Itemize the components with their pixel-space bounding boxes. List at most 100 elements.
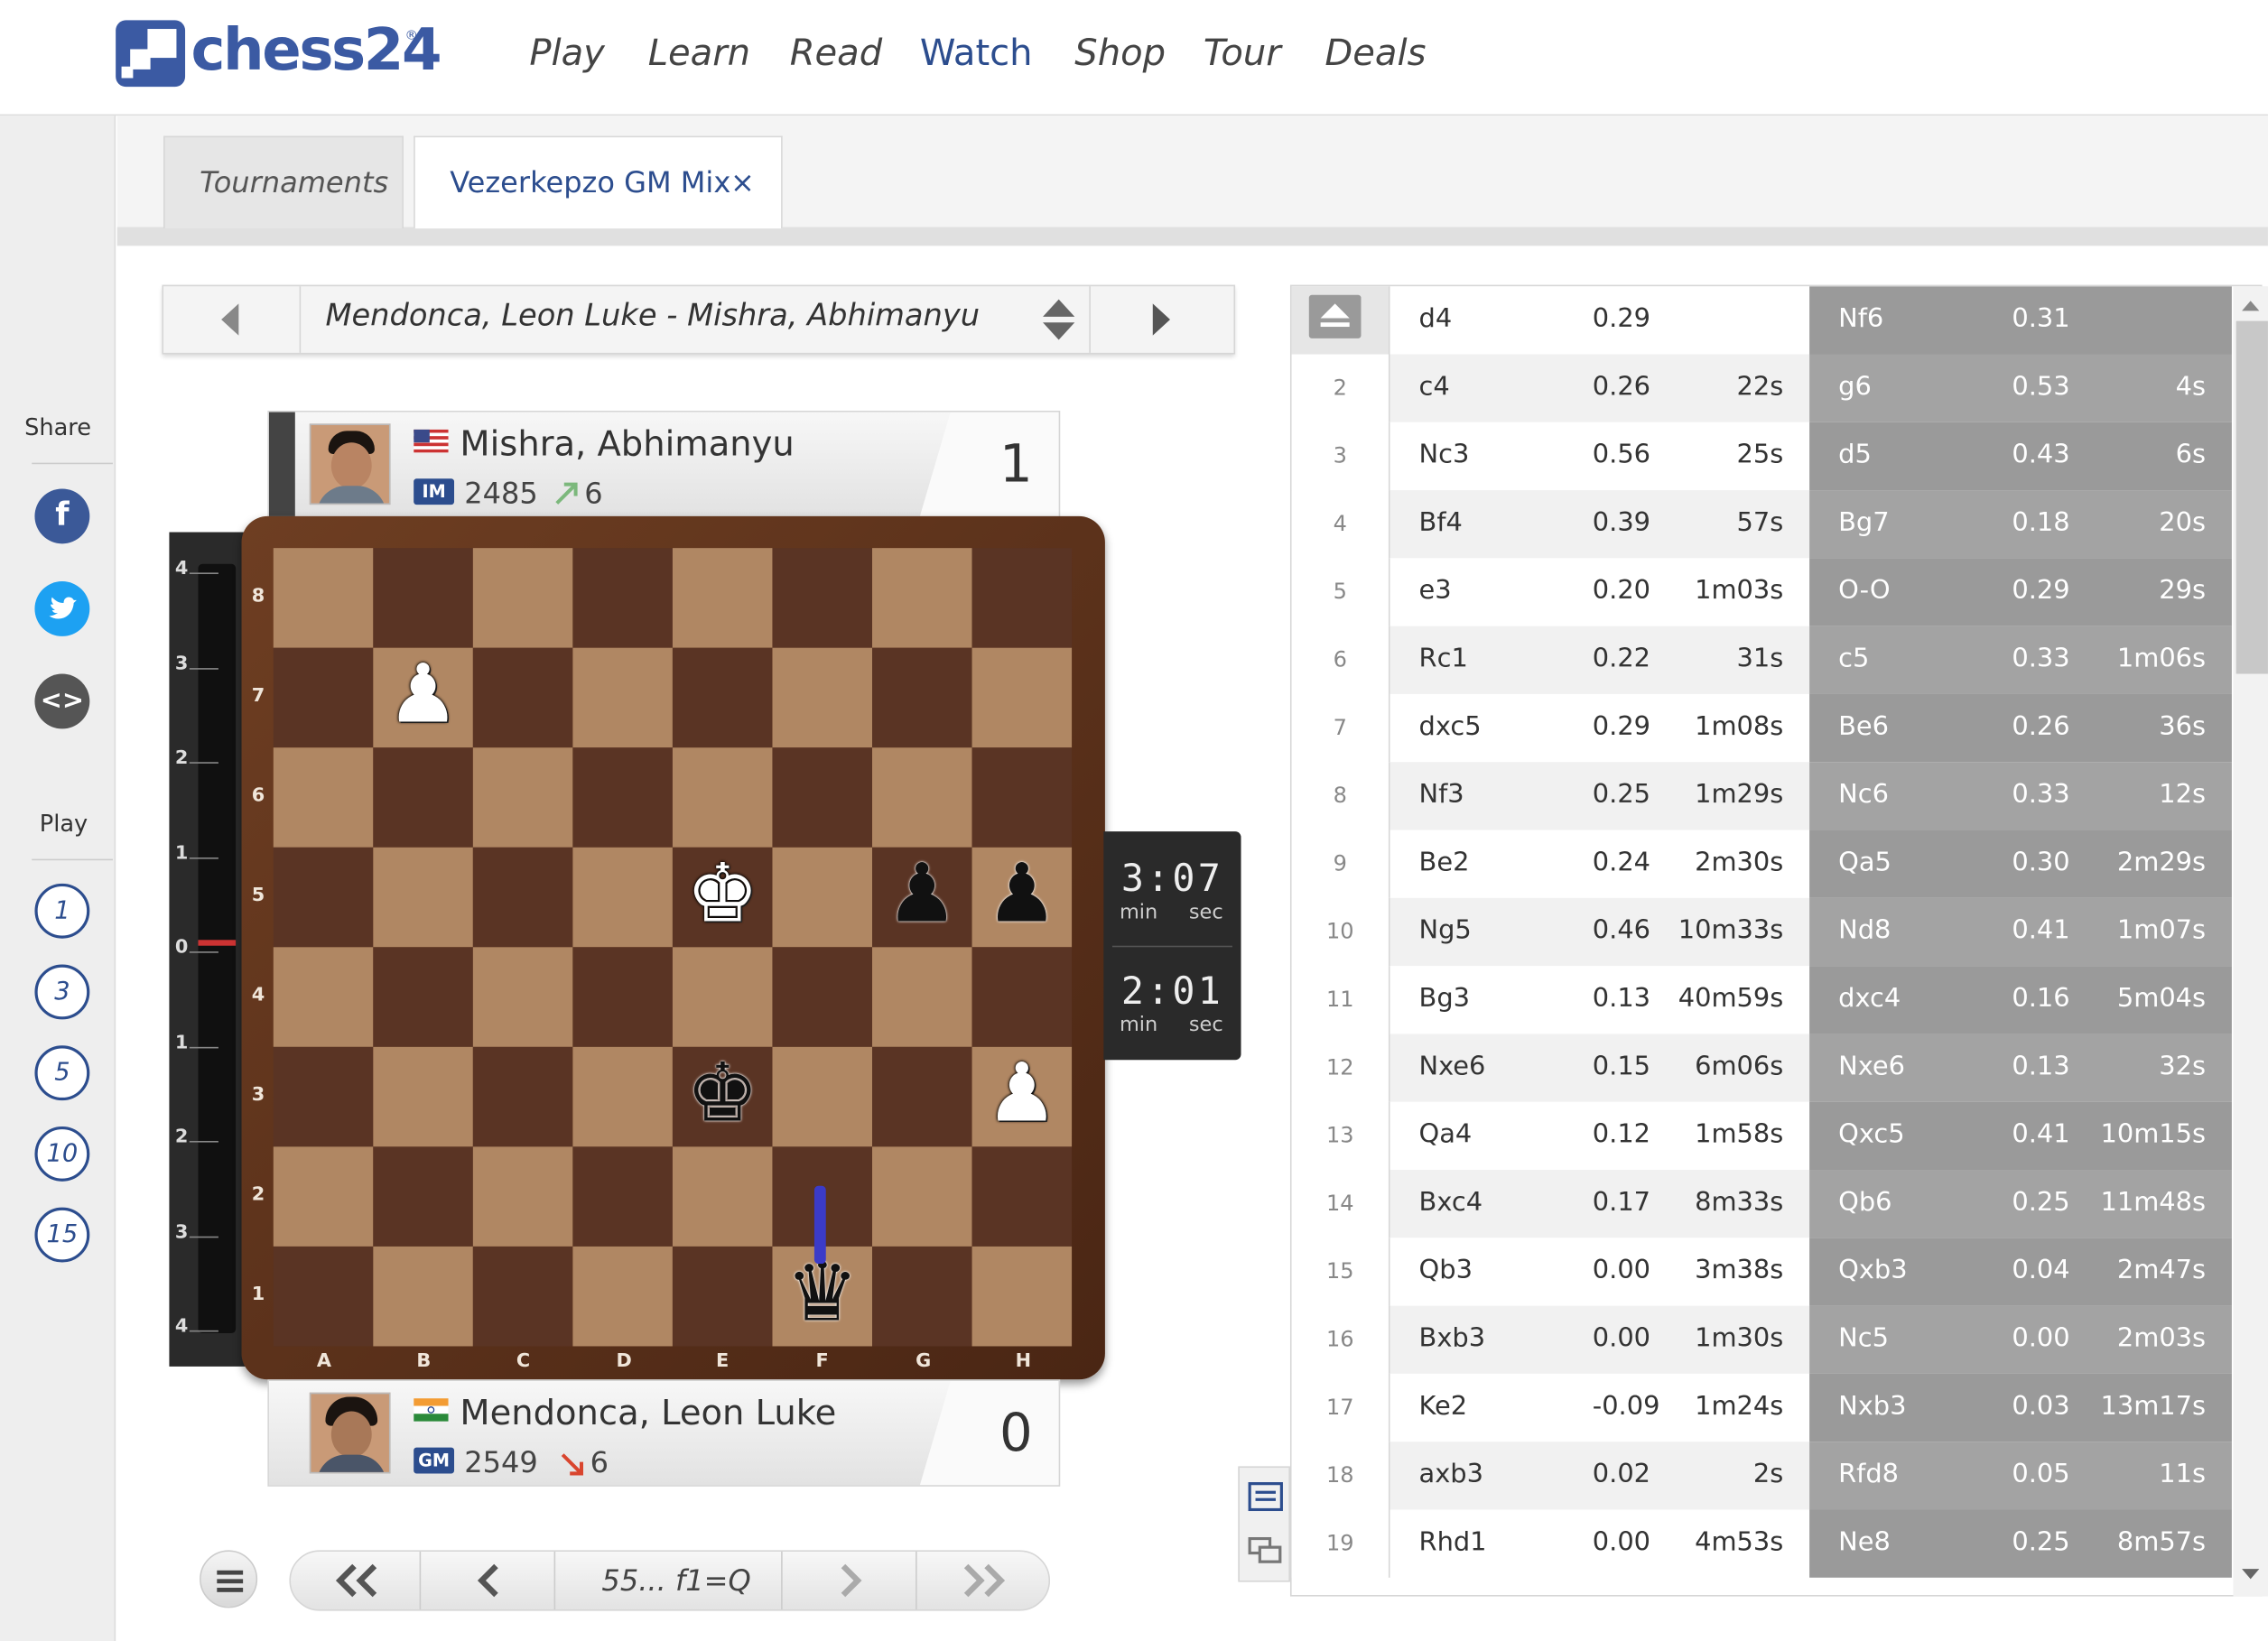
square-e2[interactable] bbox=[672, 1146, 773, 1247]
square-d1[interactable] bbox=[572, 1246, 673, 1347]
square-a1[interactable] bbox=[273, 1246, 374, 1347]
black-move-cell[interactable]: c5 0.33 1m06s bbox=[1809, 626, 2232, 694]
tab-tournaments[interactable]: Tournaments bbox=[163, 135, 404, 229]
twitter-icon[interactable] bbox=[34, 581, 90, 636]
black-move-cell[interactable]: d5 0.43 6s bbox=[1809, 422, 2232, 491]
square-b5[interactable] bbox=[373, 847, 473, 948]
tab-current-tournament[interactable]: Vezerkepzo GM Mix × bbox=[414, 135, 783, 229]
square-a4[interactable] bbox=[273, 947, 374, 1047]
nav-watch[interactable]: Watch bbox=[920, 32, 1033, 73]
white-move-cell[interactable]: Bg3 0.13 40m59s bbox=[1390, 966, 1810, 1034]
square-e7[interactable] bbox=[672, 647, 773, 748]
white-move-cell[interactable]: Ke2 -0.09 1m24s bbox=[1390, 1373, 1810, 1442]
square-a8[interactable] bbox=[273, 548, 374, 648]
square-e8[interactable] bbox=[672, 548, 773, 648]
previous-game-button[interactable] bbox=[163, 286, 302, 353]
square-b4[interactable] bbox=[373, 947, 473, 1047]
square-h8[interactable] bbox=[971, 548, 1073, 648]
square-d7[interactable] bbox=[572, 647, 673, 748]
square-c4[interactable] bbox=[472, 947, 573, 1047]
last-move-button[interactable] bbox=[917, 1552, 1047, 1609]
black-move-cell[interactable]: Qxc5 0.41 10m15s bbox=[1809, 1101, 2232, 1171]
black-move-cell[interactable]: O-O 0.29 29s bbox=[1809, 558, 2232, 626]
collapse-moves-button[interactable] bbox=[1291, 286, 1390, 355]
play-10-min-button[interactable]: 10 bbox=[34, 1126, 90, 1182]
close-tab-icon[interactable]: × bbox=[730, 137, 755, 227]
square-d8[interactable] bbox=[572, 548, 673, 648]
nav-read[interactable]: Read bbox=[790, 32, 882, 73]
square-f3[interactable] bbox=[772, 1046, 873, 1147]
play-15-min-button[interactable]: 15 bbox=[34, 1207, 90, 1263]
black-move-cell[interactable]: Bg7 0.18 20s bbox=[1809, 490, 2232, 559]
moves-scrollbar-thumb[interactable] bbox=[2235, 320, 2268, 674]
square-d4[interactable] bbox=[572, 947, 673, 1047]
next-move-button[interactable] bbox=[783, 1551, 917, 1610]
square-a6[interactable] bbox=[273, 747, 374, 848]
black-pawn-h5-icon[interactable]: ♟ bbox=[972, 845, 1073, 945]
square-f5[interactable] bbox=[772, 847, 873, 948]
square-c8[interactable] bbox=[472, 548, 573, 648]
white-king-e5-icon[interactable]: ♚ bbox=[673, 845, 773, 945]
square-c3[interactable] bbox=[472, 1046, 573, 1147]
nav-tour[interactable]: Tour bbox=[1204, 32, 1281, 73]
play-3-min-button[interactable]: 3 bbox=[34, 964, 90, 1020]
square-d3[interactable] bbox=[572, 1046, 673, 1147]
square-b6[interactable] bbox=[373, 747, 473, 848]
black-move-cell[interactable]: g6 0.53 4s bbox=[1809, 354, 2232, 422]
first-move-button[interactable] bbox=[291, 1551, 422, 1610]
black-move-cell[interactable]: Nxe6 0.13 32s bbox=[1809, 1034, 2232, 1102]
square-h4[interactable] bbox=[971, 947, 1073, 1047]
square-g4[interactable] bbox=[872, 947, 972, 1047]
black-move-cell[interactable]: Nf6 0.31 bbox=[1809, 286, 2232, 355]
square-b3[interactable] bbox=[373, 1046, 473, 1147]
white-move-cell[interactable]: Bf4 0.39 57s bbox=[1390, 490, 1810, 559]
square-c7[interactable] bbox=[472, 647, 573, 748]
black-pawn-g5-icon[interactable]: ♟ bbox=[872, 845, 972, 945]
sort-updown-icon[interactable] bbox=[1037, 295, 1081, 344]
white-pawn-b7-icon[interactable]: ♟ bbox=[373, 644, 473, 745]
black-move-cell[interactable]: dxc4 0.16 5m04s bbox=[1809, 966, 2232, 1034]
square-e1[interactable] bbox=[672, 1246, 773, 1347]
chat-icon[interactable] bbox=[1248, 1536, 1283, 1571]
square-c6[interactable] bbox=[472, 747, 573, 848]
square-a3[interactable] bbox=[273, 1046, 374, 1147]
black-king-e3-icon[interactable]: ♚ bbox=[673, 1044, 773, 1145]
square-e6[interactable] bbox=[672, 747, 773, 848]
next-game-button[interactable] bbox=[1089, 286, 1233, 353]
square-b8[interactable] bbox=[373, 548, 473, 648]
chess-board[interactable]: ♟ ♚ ♟ ♟ ♚ ♟ ♛ bbox=[273, 548, 1073, 1347]
menu-button[interactable] bbox=[200, 1550, 258, 1609]
black-move-cell[interactable]: Qb6 0.25 11m48s bbox=[1809, 1170, 2232, 1238]
previous-move-button[interactable] bbox=[421, 1551, 556, 1610]
facebook-icon[interactable]: f bbox=[34, 488, 90, 544]
black-move-cell[interactable]: Nxb3 0.03 13m17s bbox=[1809, 1373, 2232, 1442]
white-move-cell[interactable]: axb3 0.02 2s bbox=[1390, 1442, 1810, 1510]
square-f7[interactable] bbox=[772, 647, 873, 748]
white-move-cell[interactable]: Qa4 0.12 1m58s bbox=[1390, 1101, 1810, 1171]
square-a2[interactable] bbox=[273, 1146, 374, 1247]
square-g1[interactable] bbox=[872, 1246, 972, 1347]
white-move-cell[interactable]: Bxb3 0.00 1m30s bbox=[1390, 1305, 1810, 1374]
nav-learn[interactable]: Learn bbox=[648, 32, 750, 73]
square-g6[interactable] bbox=[872, 747, 972, 848]
white-move-cell[interactable]: e3 0.20 1m03s bbox=[1390, 558, 1810, 626]
square-h7[interactable] bbox=[971, 647, 1073, 748]
black-move-cell[interactable]: Qa5 0.30 2m29s bbox=[1809, 830, 2232, 898]
square-c2[interactable] bbox=[472, 1146, 573, 1247]
black-move-cell[interactable]: Be6 0.26 36s bbox=[1809, 693, 2232, 763]
square-h2[interactable] bbox=[971, 1146, 1073, 1247]
white-move-cell[interactable]: Nf3 0.25 1m29s bbox=[1390, 762, 1810, 830]
square-b1[interactable] bbox=[373, 1246, 473, 1347]
square-a5[interactable] bbox=[273, 847, 374, 948]
white-move-cell[interactable]: Be2 0.24 2m30s bbox=[1390, 830, 1810, 898]
white-move-cell[interactable]: Rhd1 0.00 4m53s bbox=[1390, 1509, 1810, 1578]
square-d2[interactable] bbox=[572, 1146, 673, 1247]
nav-deals[interactable]: Deals bbox=[1325, 32, 1426, 73]
square-f8[interactable] bbox=[772, 548, 873, 648]
white-move-cell[interactable]: Qb3 0.00 3m38s bbox=[1390, 1238, 1810, 1306]
notation-list-icon[interactable] bbox=[1248, 1482, 1283, 1516]
embed-icon[interactable]: <> bbox=[34, 673, 90, 729]
white-move-cell[interactable]: Rc1 0.22 31s bbox=[1390, 626, 1810, 694]
square-a7[interactable] bbox=[273, 647, 374, 748]
square-g8[interactable] bbox=[872, 548, 972, 648]
